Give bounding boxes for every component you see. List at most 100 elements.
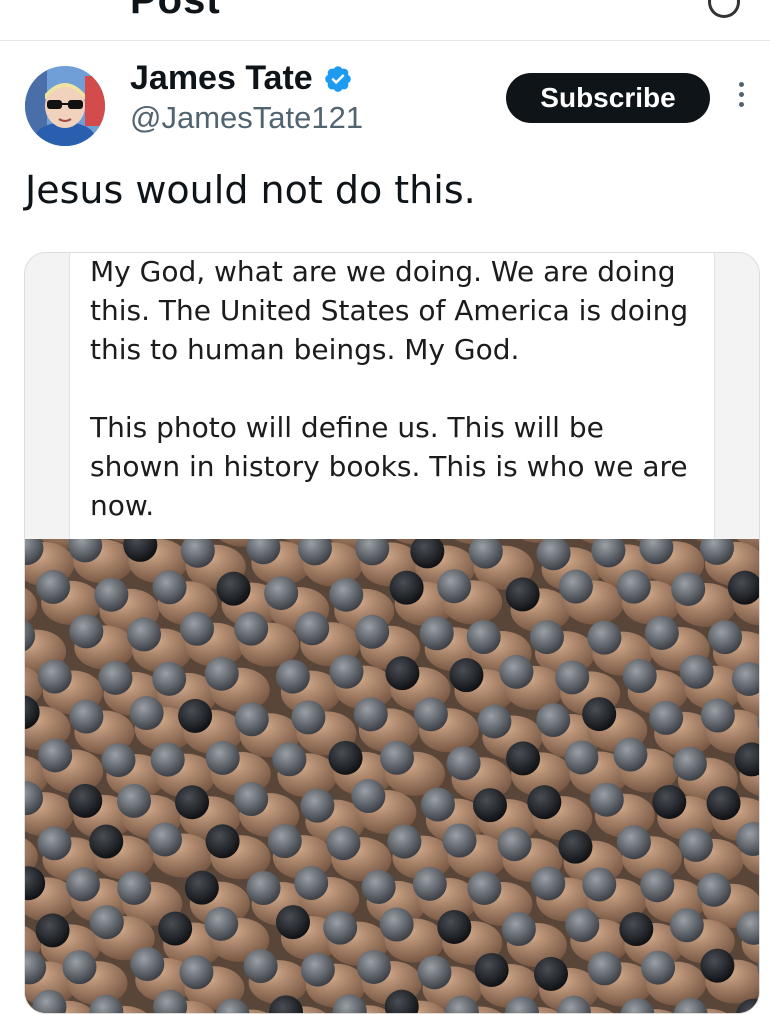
- photo-head-shape: [501, 912, 536, 947]
- photo-head-shape: [669, 908, 704, 943]
- photo-head-shape: [361, 869, 396, 904]
- photo-head-shape: [565, 908, 600, 943]
- photo-head-shape: [582, 867, 617, 902]
- photo-head-shape: [536, 703, 571, 738]
- photo-head-shape: [127, 617, 162, 652]
- photo-head-shape: [697, 872, 732, 907]
- photo-head-shape: [275, 659, 310, 694]
- tweet-text: Jesus would not do this.: [25, 168, 476, 212]
- display-name[interactable]: James Tate: [130, 59, 313, 98]
- photo-head-shape: [700, 698, 735, 733]
- photo-head-shape: [708, 620, 743, 655]
- photo-head-shape: [264, 576, 299, 611]
- refresh-icon[interactable]: [708, 0, 740, 18]
- photo-head-shape: [94, 577, 129, 612]
- photo-head-shape: [558, 829, 593, 864]
- photo-head-shape: [613, 737, 648, 772]
- photo-head-shape: [152, 661, 187, 696]
- photo-head-shape: [644, 615, 679, 650]
- photo-head-shape: [69, 699, 104, 734]
- photo-head-shape: [234, 782, 269, 817]
- photo-head-shape: [555, 660, 590, 695]
- photo-head-shape: [474, 952, 509, 987]
- attached-photo[interactable]: [25, 539, 759, 1013]
- photo-head-shape: [35, 913, 70, 948]
- photo-head-shape: [272, 742, 307, 777]
- photo-head-shape: [477, 704, 512, 739]
- photo-head-shape: [619, 912, 654, 947]
- photo-head-shape: [300, 788, 335, 823]
- photo-head-shape: [234, 611, 269, 646]
- photo-head-shape: [640, 868, 675, 903]
- photo-head-shape: [291, 700, 326, 735]
- photo-head-shape: [150, 742, 185, 777]
- photo-head-shape: [329, 577, 364, 612]
- photo-head-shape: [234, 702, 269, 737]
- photo-head-shape: [246, 870, 281, 905]
- photo-head-shape: [587, 620, 622, 655]
- photo-head-shape: [379, 907, 414, 942]
- photo-head-shape: [205, 824, 240, 859]
- top-bar: Post: [0, 0, 770, 41]
- photo-head-shape: [534, 956, 569, 991]
- photo-head-shape: [700, 948, 735, 983]
- more-vertical-icon[interactable]: [732, 82, 750, 116]
- avatar[interactable]: [25, 66, 105, 146]
- photo-head-shape: [589, 782, 624, 817]
- photo-head-shape: [413, 697, 448, 732]
- photo-head-shape: [355, 614, 390, 649]
- photo-head-shape: [506, 741, 541, 776]
- photo-head-shape: [587, 951, 622, 986]
- photo-head-shape: [294, 866, 329, 901]
- photo-head-shape: [356, 949, 391, 984]
- quoted-screenshot: My God, what are we doing. We are doing …: [69, 253, 715, 539]
- photo-head-shape: [275, 905, 310, 940]
- photo-head-shape: [412, 866, 447, 901]
- photo-head-shape: [267, 824, 302, 859]
- photo-head-shape: [671, 571, 706, 606]
- photo-head-shape: [379, 740, 414, 775]
- user-handle[interactable]: @JamesTate121: [130, 100, 363, 136]
- photo-head-shape: [152, 570, 187, 605]
- photo-head-shape: [419, 616, 454, 651]
- photo-head-shape: [300, 952, 335, 987]
- photo-head-shape: [529, 620, 564, 655]
- subscribe-button[interactable]: Subscribe: [506, 73, 710, 123]
- photo-head-shape: [65, 867, 100, 902]
- photo-head-shape: [499, 654, 534, 689]
- photo-head-shape: [437, 909, 472, 944]
- photo-head-shape: [326, 826, 361, 861]
- media-card[interactable]: My God, what are we doing. We are doing …: [24, 252, 760, 1014]
- photo-head-shape: [62, 950, 97, 985]
- photo-head-shape: [387, 824, 422, 859]
- photo-head-shape: [531, 866, 566, 901]
- photo-head-shape: [89, 905, 124, 940]
- photo-head-shape: [98, 660, 133, 695]
- avatar-photo-icon: [25, 66, 105, 146]
- author-info[interactable]: James Tate @JamesTate121: [130, 59, 363, 136]
- photo-head-shape: [243, 949, 278, 984]
- photo-head-shape: [129, 696, 164, 731]
- quote-paragraph-1: My God, what are we doing. We are doing …: [90, 255, 689, 366]
- photo-head-shape: [180, 611, 215, 646]
- photo-head-shape: [672, 746, 707, 781]
- photo-head-shape: [472, 788, 507, 823]
- photo-head-shape: [616, 825, 651, 860]
- photo-head-shape: [38, 738, 73, 773]
- photo-head-shape: [323, 910, 358, 945]
- verified-badge-icon: [325, 65, 351, 92]
- photo-head-shape: [417, 955, 452, 990]
- photo-head-shape: [616, 569, 651, 604]
- photo-head-shape: [148, 822, 183, 857]
- photo-head-shape: [678, 827, 713, 862]
- photo-head-shape: [706, 786, 741, 821]
- photo-head-shape: [204, 906, 239, 941]
- photo-head-shape: [101, 743, 136, 778]
- photo-head-shape: [622, 658, 657, 693]
- photo-head-shape: [36, 569, 71, 604]
- photo-head-shape: [184, 870, 219, 905]
- photo-head-shape: [420, 787, 455, 822]
- photo-head-shape: [641, 950, 676, 985]
- photo-head-shape: [117, 870, 152, 905]
- photo-head-shape: [679, 654, 714, 689]
